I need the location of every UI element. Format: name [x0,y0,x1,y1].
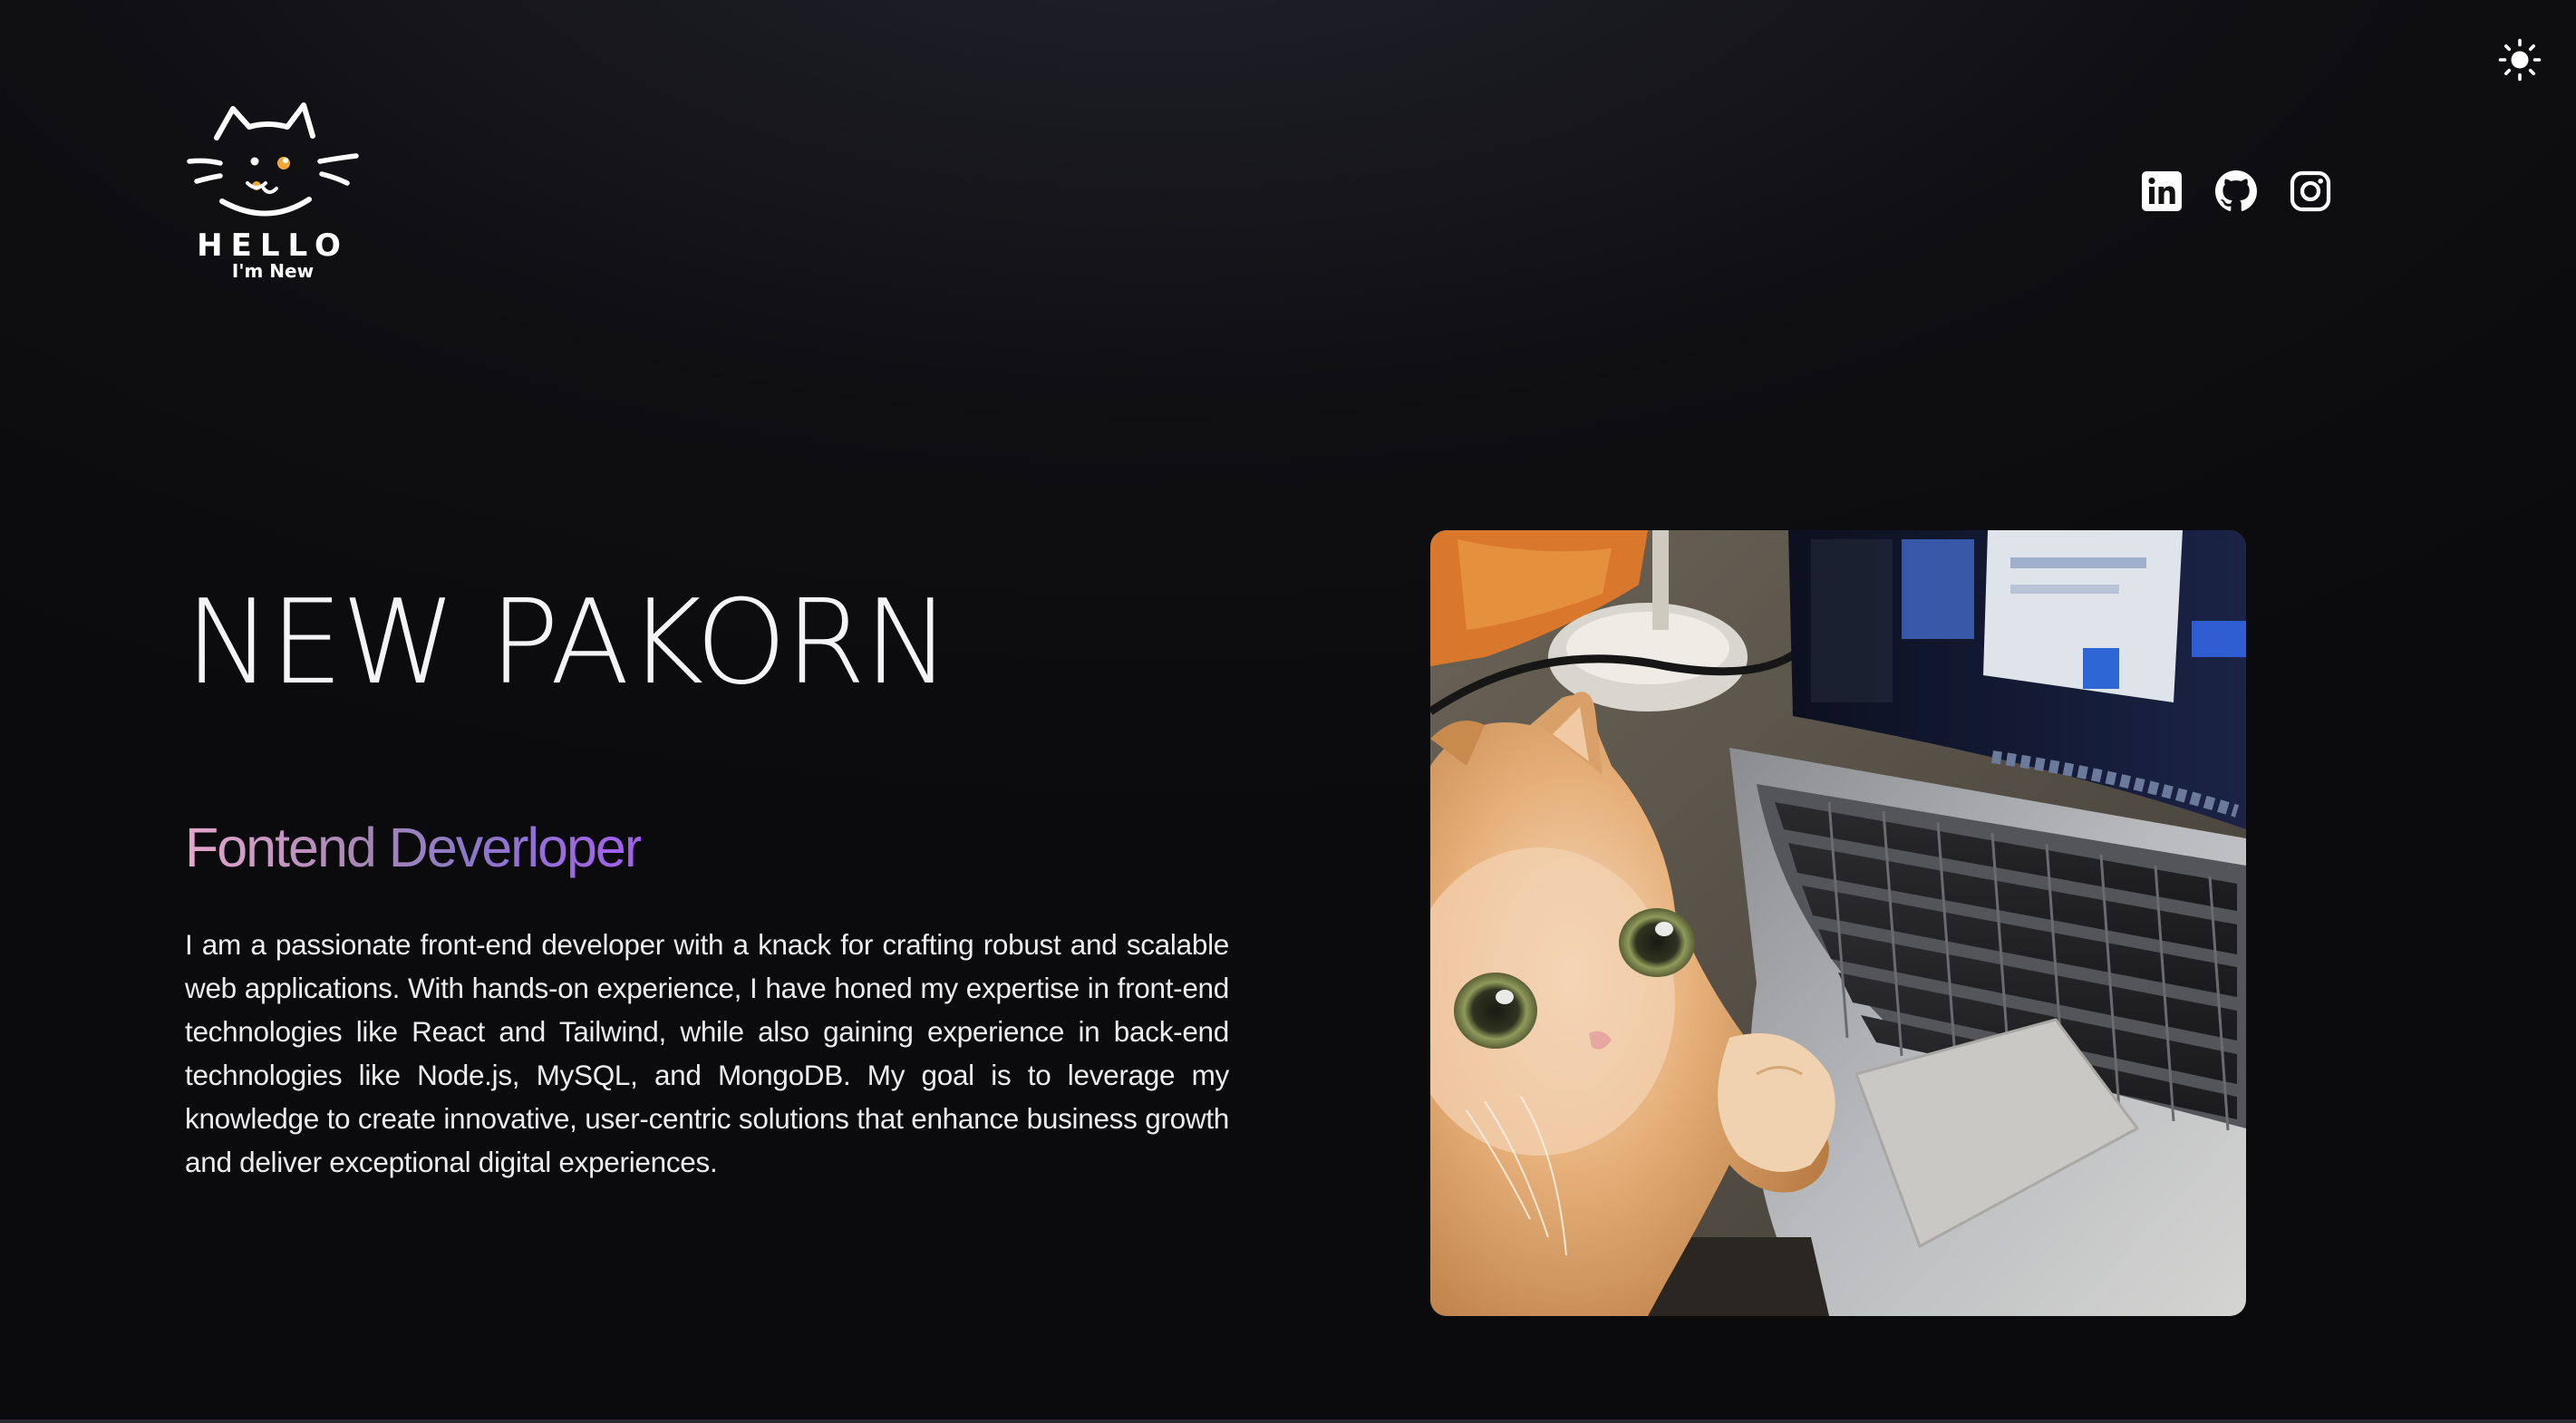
instagram-link[interactable] [2290,170,2331,212]
logo-hello-text: HELLO [197,227,349,264]
github-icon [2215,170,2257,211]
logo-subtitle-text: I'm New [232,260,314,282]
social-links [2141,170,2331,212]
hero-name: NEW PAKORN [185,576,951,711]
sun-icon [2498,38,2542,82]
theme-toggle-button[interactable] [2498,38,2542,82]
cat-face-icon [187,102,359,217]
page-bottom-border [0,1419,2576,1423]
instagram-icon [2290,170,2331,212]
profile-photo [1430,530,2246,1316]
github-link[interactable] [2215,170,2257,212]
linkedin-icon [2142,171,2182,211]
hero-description: I am a passionate front-end developer wi… [185,928,1229,1178]
linkedin-link[interactable] [2141,170,2183,212]
site-logo[interactable]: HELLO I'm New [186,98,367,284]
hero-role: Fontend Deverloper [185,814,643,881]
